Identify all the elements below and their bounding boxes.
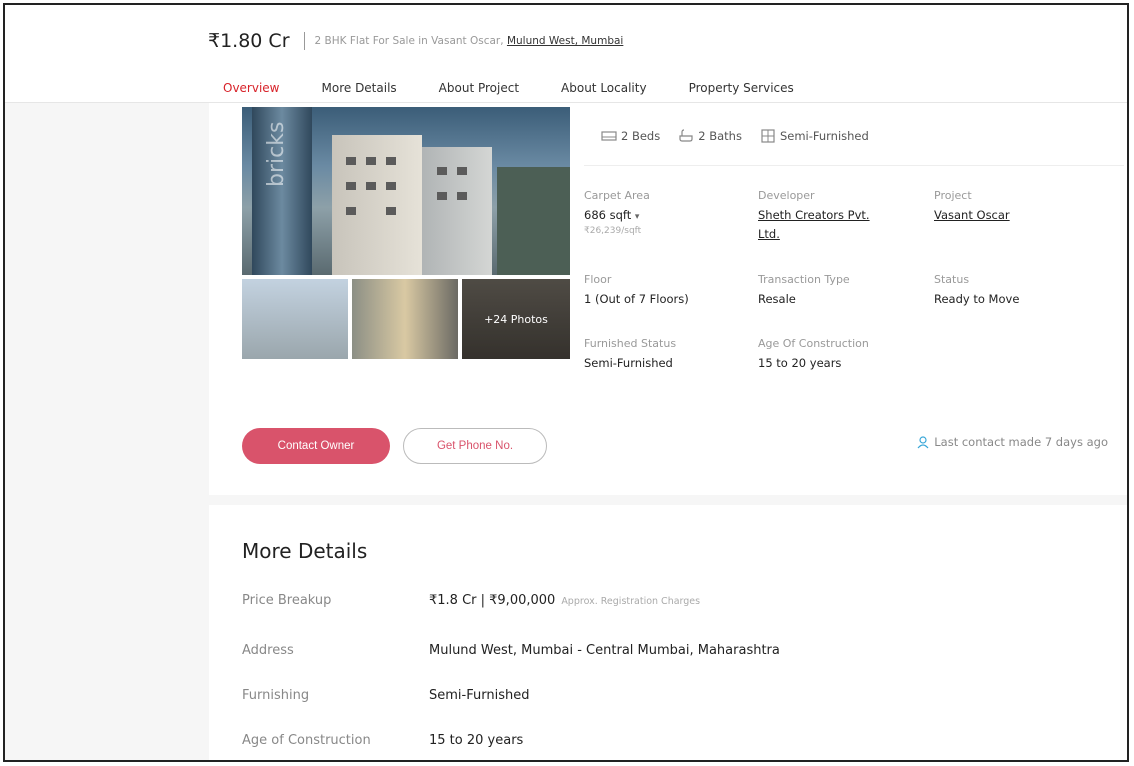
divider [584,165,1124,166]
photo-window [437,167,447,175]
section-tabs: Overview More Details About Project Abou… [223,81,836,105]
property-headline: 2 BHK Flat For Sale in Vasant Oscar, Mul… [315,35,624,47]
last-contact-text: Last contact made 7 days ago [934,435,1108,449]
photo-window [366,182,376,190]
photo-watermark: bricks [264,121,289,187]
contact-owner-button[interactable]: Contact Owner [242,428,390,464]
photo-window [457,192,467,200]
spec-value: 15 to 20 years [758,356,842,370]
property-price: ₹1.80 Cr [208,30,290,52]
furniture-icon [761,129,775,143]
get-phone-button[interactable]: Get Phone No. [403,428,547,464]
spec-value: Semi-Furnished [584,356,673,370]
property-header: ₹1.80 Cr 2 BHK Flat For Sale in Vasant O… [5,5,1127,105]
photo-window [366,157,376,165]
project-link[interactable]: Vasant Oscar [934,208,1010,222]
beds-label: 2 Beds [621,129,661,143]
baths-label: 2 Baths [698,129,742,143]
tab-overview[interactable]: Overview [223,81,280,105]
tab-more-details[interactable]: More Details [322,81,397,105]
overview-card: bricks +24 Photos 2 Beds 2 Baths Semi-Fu… [209,103,1127,495]
detail-value: Mulund West, Mumbai - Central Mumbai, Ma… [429,643,780,658]
price-line: ₹1.80 Cr 2 BHK Flat For Sale in Vasant O… [208,30,623,52]
photo-window [346,207,356,215]
furnishing-summary: Semi-Furnished [760,129,869,143]
dropdown-caret-icon[interactable]: ▾ [635,212,640,222]
detail-value: Semi-Furnished [429,688,530,703]
photo-window [457,167,467,175]
spec-furnished-status: Furnished Status Semi-Furnished [584,337,676,370]
more-details-section: More Details Price Breakup ₹1.8 Cr | ₹9,… [209,505,1127,760]
spec-label: Status [934,273,970,286]
spec-transaction: Transaction Type Resale [758,273,850,306]
page-frame: ₹1.80 Cr 2 BHK Flat For Sale in Vasant O… [3,3,1129,762]
detail-note: Approx. Registration Charges [561,596,701,607]
photo-building [497,167,570,275]
spec-label: Carpet Area [584,189,650,202]
photo-gallery: bricks +24 Photos [242,107,570,359]
detail-value: 15 to 20 years [429,733,524,748]
photo-window [346,157,356,165]
detail-row-furnishing: Furnishing Semi-Furnished [242,688,529,703]
spec-label: Developer [758,189,815,202]
beds-count: 2 Beds [601,129,660,143]
spec-value: Resale [758,292,796,306]
photo-thumbnail[interactable] [352,279,458,359]
spec-value: Ready to Move [934,292,1020,306]
spec-status: Status Ready to Move [934,273,1019,306]
spec-value[interactable]: 686 sqft ▾ [584,208,650,222]
spec-age: Age Of Construction 15 to 20 years [758,337,869,370]
spec-label: Floor [584,273,612,286]
spec-label: Project [934,189,972,202]
photo-window [437,192,447,200]
amenity-summary: 2 Beds 2 Baths Semi-Furnished [601,129,887,143]
bed-icon [601,131,617,141]
person-icon [917,435,929,448]
spec-label: Furnished Status [584,337,677,350]
section-title: More Details [242,539,368,563]
price-separator [303,32,305,50]
photo-window [386,207,396,215]
main-photo[interactable]: bricks [242,107,570,275]
detail-label: Price Breakup [242,593,332,608]
headline-location-link[interactable]: Mulund West, Mumbai [507,35,623,47]
detail-label: Address [242,643,294,658]
last-contact-info: Last contact made 7 days ago [917,435,1108,449]
spec-carpet-area: Carpet Area 686 sqft ▾ ₹26,239/sqft [584,189,650,236]
photo-window [346,182,356,190]
headline-prefix: 2 BHK Flat For Sale in Vasant Oscar, [314,35,504,47]
detail-row-address: Address Mulund West, Mumbai - Central Mu… [242,643,780,658]
photo-building [332,135,422,275]
spec-project: Project Vasant Oscar [934,189,1010,222]
detail-row-price-breakup: Price Breakup ₹1.8 Cr | ₹9,00,000 Approx.… [242,593,700,608]
furnishing-label: Semi-Furnished [779,129,869,143]
detail-label: Age of Construction [242,733,371,748]
photo-thumbnail[interactable] [242,279,348,359]
bath-icon [679,129,693,142]
tab-about-locality[interactable]: About Locality [561,81,647,105]
baths-count: 2 Baths [678,129,742,143]
spec-subvalue: ₹26,239/sqft [584,226,642,236]
photo-window [386,157,396,165]
photo-window [386,182,396,190]
developer-link[interactable]: Sheth Creators Pvt. [758,208,870,222]
spec-label: Transaction Type [758,273,850,286]
detail-label: Furnishing [242,688,310,703]
more-photos-label: +24 Photos [462,279,570,359]
detail-row-age: Age of Construction 15 to 20 years [242,733,523,748]
spec-floor: Floor 1 (Out of 7 Floors) [584,273,689,306]
photo-thumbnail-more[interactable]: +24 Photos [462,279,570,359]
detail-value: ₹1.8 Cr | ₹9,00,000 Approx. Registration … [429,593,701,608]
developer-link-line2[interactable]: Ltd. [758,227,870,241]
spec-developer: Developer Sheth Creators Pvt. Ltd. [758,189,870,241]
tab-about-project[interactable]: About Project [439,81,519,105]
spec-label: Age Of Construction [758,337,869,350]
tab-property-services[interactable]: Property Services [689,81,794,105]
spec-value: 1 (Out of 7 Floors) [584,292,689,306]
